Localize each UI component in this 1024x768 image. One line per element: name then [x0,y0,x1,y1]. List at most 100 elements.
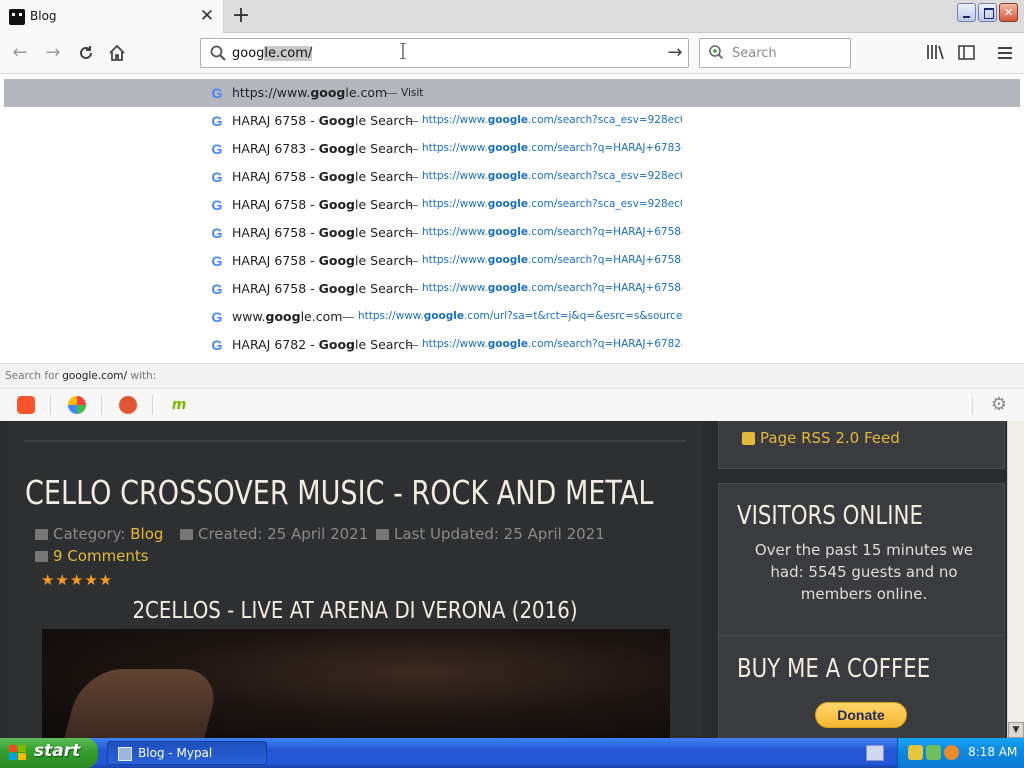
close-window-button[interactable] [999,3,1018,22]
tab-blog[interactable]: Blog ✕ [0,0,224,33]
calendar-icon [180,529,193,540]
back-arrow-icon[interactable]: ← [6,39,34,67]
url-part: https://www. [422,114,488,126]
url-match: google [487,170,528,182]
google-icon: G [211,281,223,297]
suggestion-dash: — [385,85,398,100]
clock[interactable]: 8:18 AM [968,745,1017,759]
coffee-box: BUY ME A COFFEE Donate [718,635,1005,738]
address-bar[interactable]: google.com/ → [200,38,689,68]
start-button[interactable]: start [0,738,98,768]
brave-icon[interactable] [17,396,35,414]
donate-button[interactable]: Donate [815,702,907,728]
go-arrow-icon[interactable]: → [664,42,686,64]
search-bar[interactable]: Search [699,38,851,68]
updated-date: Last Updated: 25 April 2021 [394,525,605,543]
suggestion-row[interactable]: G HARAJ 6782 - Google Search — https://w… [4,331,1020,359]
close-tab-icon[interactable]: ✕ [198,6,216,26]
visitors-title: VISITORS ONLINE [737,501,923,531]
home-icon[interactable] [103,39,131,67]
suggestion-match: Goog [318,225,355,240]
suggestion-row[interactable]: G HARAJ 6783 - Google Search — https://w… [4,135,1020,163]
url-match: google [487,114,528,126]
suggestion-dash: — [406,225,419,240]
calendar-icon [376,529,389,540]
suggestion-text: HARAJ 6758 - [232,225,319,240]
address-input-text[interactable]: google.com/ [232,46,313,61]
suggestion-text: le Search [355,281,414,296]
suggestion-url: https://www.google.com/search?q=HARAJ+67… [422,282,682,294]
url-part: https://www. [422,282,488,294]
suggestion-row[interactable]: G HARAJ 6758 - Google Search — https://w… [4,191,1020,219]
google-icon: G [211,113,223,129]
suggestion-row[interactable]: G HARAJ 6758 - Google Search — https://w… [4,107,1020,135]
search-icon[interactable] [944,745,959,760]
google-icon: G [211,309,223,325]
url-part: .com/search?q=HARAJ+6758&sc [527,254,682,266]
tab-title: Blog [30,9,57,23]
comments-link[interactable]: 9 Comments [53,547,149,565]
navigation-toolbar: ← → google.com/ → Search [0,33,1024,73]
suggestion-row[interactable]: G https://www.google.com — Visit [4,79,1020,107]
suggestion-match: Goog [318,169,355,184]
hamburger-menu-icon[interactable] [994,39,1016,67]
suggestion-text: le Search [355,169,414,184]
url-part: .com/search?sca_esv=928ec0eb [527,170,682,182]
engine-divider [101,395,102,415]
url-part: https://www. [358,310,424,322]
restore-window-button[interactable] [978,3,997,22]
one-off-search-engines: m ⚙ [0,389,1024,422]
suggestion-match: Goog [318,141,355,156]
suggestion-text: HARAJ 6758 - [232,197,319,212]
article-title[interactable]: CELLO CROSSOVER MUSIC - ROCK AND METAL [25,473,653,512]
article-comments[interactable]: 9 Comments [35,547,149,565]
suggestion-text: HARAJ 6758 - [232,169,319,184]
rss-feed-link[interactable]: Page RSS 2.0 Feed [760,429,900,447]
reload-icon[interactable] [72,39,100,67]
google-icon: G [211,225,223,241]
rss-box: Page RSS 2.0 Feed [718,421,1005,469]
gear-icon[interactable]: ⚙ [989,395,1009,415]
suggestion-url: https://www.google.com/search?q=HARAJ+67… [422,226,682,238]
suggestion-url: https://www.google.com/url?sa=t&rct=j&q=… [358,310,682,322]
forward-arrow-icon[interactable]: → [39,39,67,67]
new-tab-icon[interactable]: + [229,4,253,28]
vertical-scrollbar[interactable]: ▼ [1007,421,1024,738]
suggestion-row[interactable]: G HARAJ 6758 - Google Search — https://w… [4,163,1020,191]
url-suggestions-dropdown: G https://www.google.com — Visit G HARAJ… [0,73,1024,422]
suggestion-match: goog [265,309,301,324]
duckduckgo-icon[interactable] [119,396,137,414]
url-match: google [487,198,528,210]
scroll-down-icon[interactable]: ▼ [1008,722,1024,738]
suggestion-row[interactable]: G HARAJ 6758 - Google Search — https://w… [4,247,1020,275]
divider [24,440,686,442]
minimize-window-button[interactable] [957,3,976,22]
google-icon: G [211,85,223,101]
suggestion-row[interactable]: G HARAJ 6758 - Google Search — https://w… [4,219,1020,247]
search-engine-icon[interactable] [708,44,728,62]
suggestion-match: Goog [318,253,355,268]
text-cursor-icon [400,43,406,59]
sidebar-icon[interactable] [956,39,978,67]
keyboard-icon[interactable] [866,745,884,761]
taskbar-item-browser[interactable]: Blog - Mypal [107,741,267,765]
suggestion-row[interactable]: G www.google.com — https://www.google.co… [4,303,1020,331]
star-rating[interactable]: ★★★★★ [41,571,113,589]
taskbar: start Blog - Mypal 8:18 AM [0,738,1024,768]
url-part: .com/search?q=HARAJ+6783&sc [527,142,682,154]
library-icon[interactable] [924,39,946,67]
url-part: https://www. [422,142,488,154]
engine-divider [152,395,153,415]
qwant-icon[interactable] [68,396,86,414]
security-shield-icon[interactable] [908,745,923,760]
browser-window-icon [118,747,132,761]
suggestion-row[interactable]: G HARAJ 6758 - Google Search — https://w… [4,275,1020,303]
network-icon[interactable] [926,745,941,760]
url-part: https://www. [422,254,488,266]
video-player[interactable] [42,629,670,738]
mojeek-icon[interactable]: m [170,396,188,414]
url-part: .com/search?sca_esv=928ec0eb [527,114,682,126]
google-icon: G [211,253,223,269]
category-link[interactable]: Blog [130,525,163,543]
windows-logo-icon [9,745,26,760]
